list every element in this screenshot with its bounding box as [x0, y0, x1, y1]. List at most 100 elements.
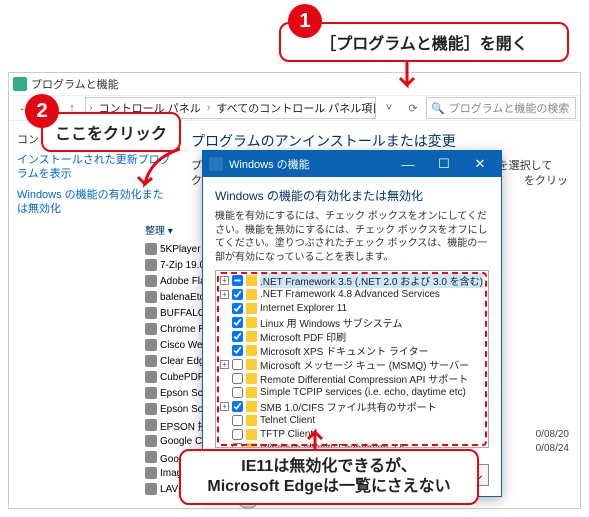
feature-label: SMB 1.0/CIFS ファイル共有のサポート — [260, 399, 437, 414]
app-icon — [145, 387, 157, 399]
feature-label: Simple TCPIP services (i.e. echo, daytim… — [260, 387, 466, 398]
feature-checkbox[interactable] — [232, 373, 243, 384]
feature-label: Microsoft メッセージ キュー (MSMQ) サーバー — [260, 357, 469, 372]
feature-item[interactable]: + Microsoft メッセージ キュー (MSMQ) サーバー — [220, 357, 484, 371]
expander-icon[interactable]: + — [220, 360, 229, 369]
app-icon — [145, 323, 157, 335]
app-icon — [145, 275, 157, 287]
feature-label: Linux 用 Windows サブシステム — [260, 315, 403, 330]
program-name: Cisco We — [160, 340, 203, 351]
program-name: balenaEtc — [160, 292, 204, 303]
feature-item[interactable]: + .NET Framework 3.5 (.NET 2.0 および 3.0 を含… — [220, 273, 484, 287]
folder-icon — [246, 415, 257, 426]
feature-label: .NET Framework 3.5 (.NET 2.0 および 3.0 を含む… — [260, 273, 483, 288]
feature-item[interactable]: Linux 用 Windows サブシステム — [220, 315, 484, 329]
cp-titlebar: プログラムと機能 — [9, 73, 580, 95]
search-placeholder: プログラムと機能の検索 — [449, 100, 570, 116]
feature-checkbox[interactable] — [232, 345, 243, 356]
search-icon: 🔍 — [431, 102, 445, 115]
feature-item[interactable]: Telnet Client — [220, 413, 484, 427]
search-input[interactable]: 🔍 プログラムと機能の検索 — [426, 97, 576, 119]
chevron-right-icon: › — [204, 102, 214, 114]
app-icon — [145, 291, 157, 303]
feature-label: .NET Framework 4.8 Advanced Services — [260, 289, 440, 300]
program-name: Google Ch — [160, 436, 208, 447]
feature-item[interactable]: Simple TCPIP services (i.e. echo, daytim… — [220, 385, 484, 399]
feature-label: Microsoft XPS ドキュメント ライター — [260, 343, 429, 358]
feature-checkbox[interactable] — [232, 401, 243, 412]
feature-checkbox[interactable] — [232, 429, 243, 440]
feature-checkbox[interactable] — [232, 275, 243, 286]
feature-label: Telnet Client — [260, 415, 315, 426]
wf-heading: Windows の機能の有効化または無効化 — [215, 187, 489, 204]
annotation-badge-2: 2 — [25, 94, 59, 128]
folder-icon — [246, 345, 257, 356]
feature-checkbox[interactable] — [232, 359, 243, 370]
expander-icon[interactable]: + — [220, 276, 229, 285]
chevron-down-icon[interactable]: ˅ — [378, 97, 400, 119]
program-name: Adobe Fla — [160, 276, 206, 287]
folder-icon — [246, 373, 257, 384]
feature-checkbox[interactable] — [232, 317, 243, 328]
minimize-button[interactable]: — — [393, 154, 423, 174]
program-name: Epson Sof — [160, 404, 206, 415]
folder-icon — [246, 429, 257, 440]
app-icon — [145, 339, 157, 351]
annotation-bubble-2: ここをクリック — [41, 112, 181, 152]
wf-feature-tree[interactable]: + .NET Framework 3.5 (.NET 2.0 および 3.0 を含… — [215, 270, 489, 448]
folder-icon — [246, 275, 257, 286]
expander-icon[interactable]: + — [220, 290, 229, 299]
feature-label: Remote Differential Compression API サポート — [260, 371, 468, 386]
feature-label: Internet Explorer 11 — [260, 303, 347, 314]
feature-item[interactable]: TFTP Client — [220, 427, 484, 441]
feature-item[interactable]: Microsoft PDF 印刷 — [220, 329, 484, 343]
folder-icon — [246, 401, 257, 412]
app-icon — [145, 467, 157, 479]
app-icon — [145, 355, 157, 367]
app-icon — [145, 419, 157, 431]
windows-icon — [209, 157, 223, 171]
app-icon — [145, 259, 157, 271]
date-column-fragment: 0/08/20 0/08/24 — [536, 428, 569, 456]
folder-icon — [246, 387, 257, 398]
wf-title-text: Windows の機能 — [229, 156, 310, 172]
folder-icon — [246, 331, 257, 342]
feature-item[interactable]: Remote Differential Compression API サポート — [220, 371, 484, 385]
close-button[interactable]: ✕ — [465, 154, 495, 174]
feature-checkbox[interactable] — [232, 331, 243, 342]
feature-item[interactable]: Internet Explorer 11 — [220, 301, 484, 315]
cp-title: プログラムと機能 — [31, 76, 119, 92]
expander-icon[interactable]: + — [220, 402, 229, 411]
feature-label: Windows Identity Foundation 3.5 — [260, 443, 405, 449]
feature-checkbox[interactable] — [232, 289, 243, 300]
feature-checkbox[interactable] — [232, 443, 243, 449]
app-icon — [145, 243, 157, 255]
program-name: 7-Zip 19.0 — [160, 260, 205, 271]
refresh-icon[interactable]: ⟳ — [402, 97, 424, 119]
program-name: Clear Edg — [160, 356, 204, 367]
app-icon — [145, 483, 157, 495]
program-name: BUFFALO — [160, 308, 206, 319]
app-icon — [145, 307, 157, 319]
feature-item[interactable]: Microsoft XPS ドキュメント ライター — [220, 343, 484, 357]
folder-icon — [246, 359, 257, 370]
windows-features-dialog: Windows の機能 — ☐ ✕ Windows の機能の有効化または無効化 … — [202, 150, 502, 497]
feature-checkbox[interactable] — [232, 387, 243, 398]
feature-item[interactable]: Windows Identity Foundation 3.5 — [220, 441, 484, 448]
feature-checkbox[interactable] — [232, 415, 243, 426]
app-icon — [145, 371, 157, 383]
folder-icon — [246, 289, 257, 300]
main-title: プログラムのアンインストールまたは変更 — [191, 131, 568, 151]
feature-checkbox[interactable] — [232, 303, 243, 314]
feature-item[interactable]: + .NET Framework 4.8 Advanced Services — [220, 287, 484, 301]
folder-icon — [246, 443, 257, 449]
maximize-button[interactable]: ☐ — [429, 154, 459, 174]
feature-item[interactable]: + SMB 1.0/CIFS ファイル共有のサポート — [220, 399, 484, 413]
folder-icon — [246, 303, 257, 314]
wf-titlebar: Windows の機能 — ☐ ✕ — [203, 151, 501, 177]
wf-description: 機能を有効にするには、チェック ボックスをオンにしてください。機能を無効にするに… — [215, 210, 489, 264]
app-icon — [145, 435, 157, 447]
crumb-1[interactable]: すべてのコントロール パネル項目 — [213, 100, 376, 116]
app-icon — [145, 403, 157, 415]
folder-icon — [246, 317, 257, 328]
